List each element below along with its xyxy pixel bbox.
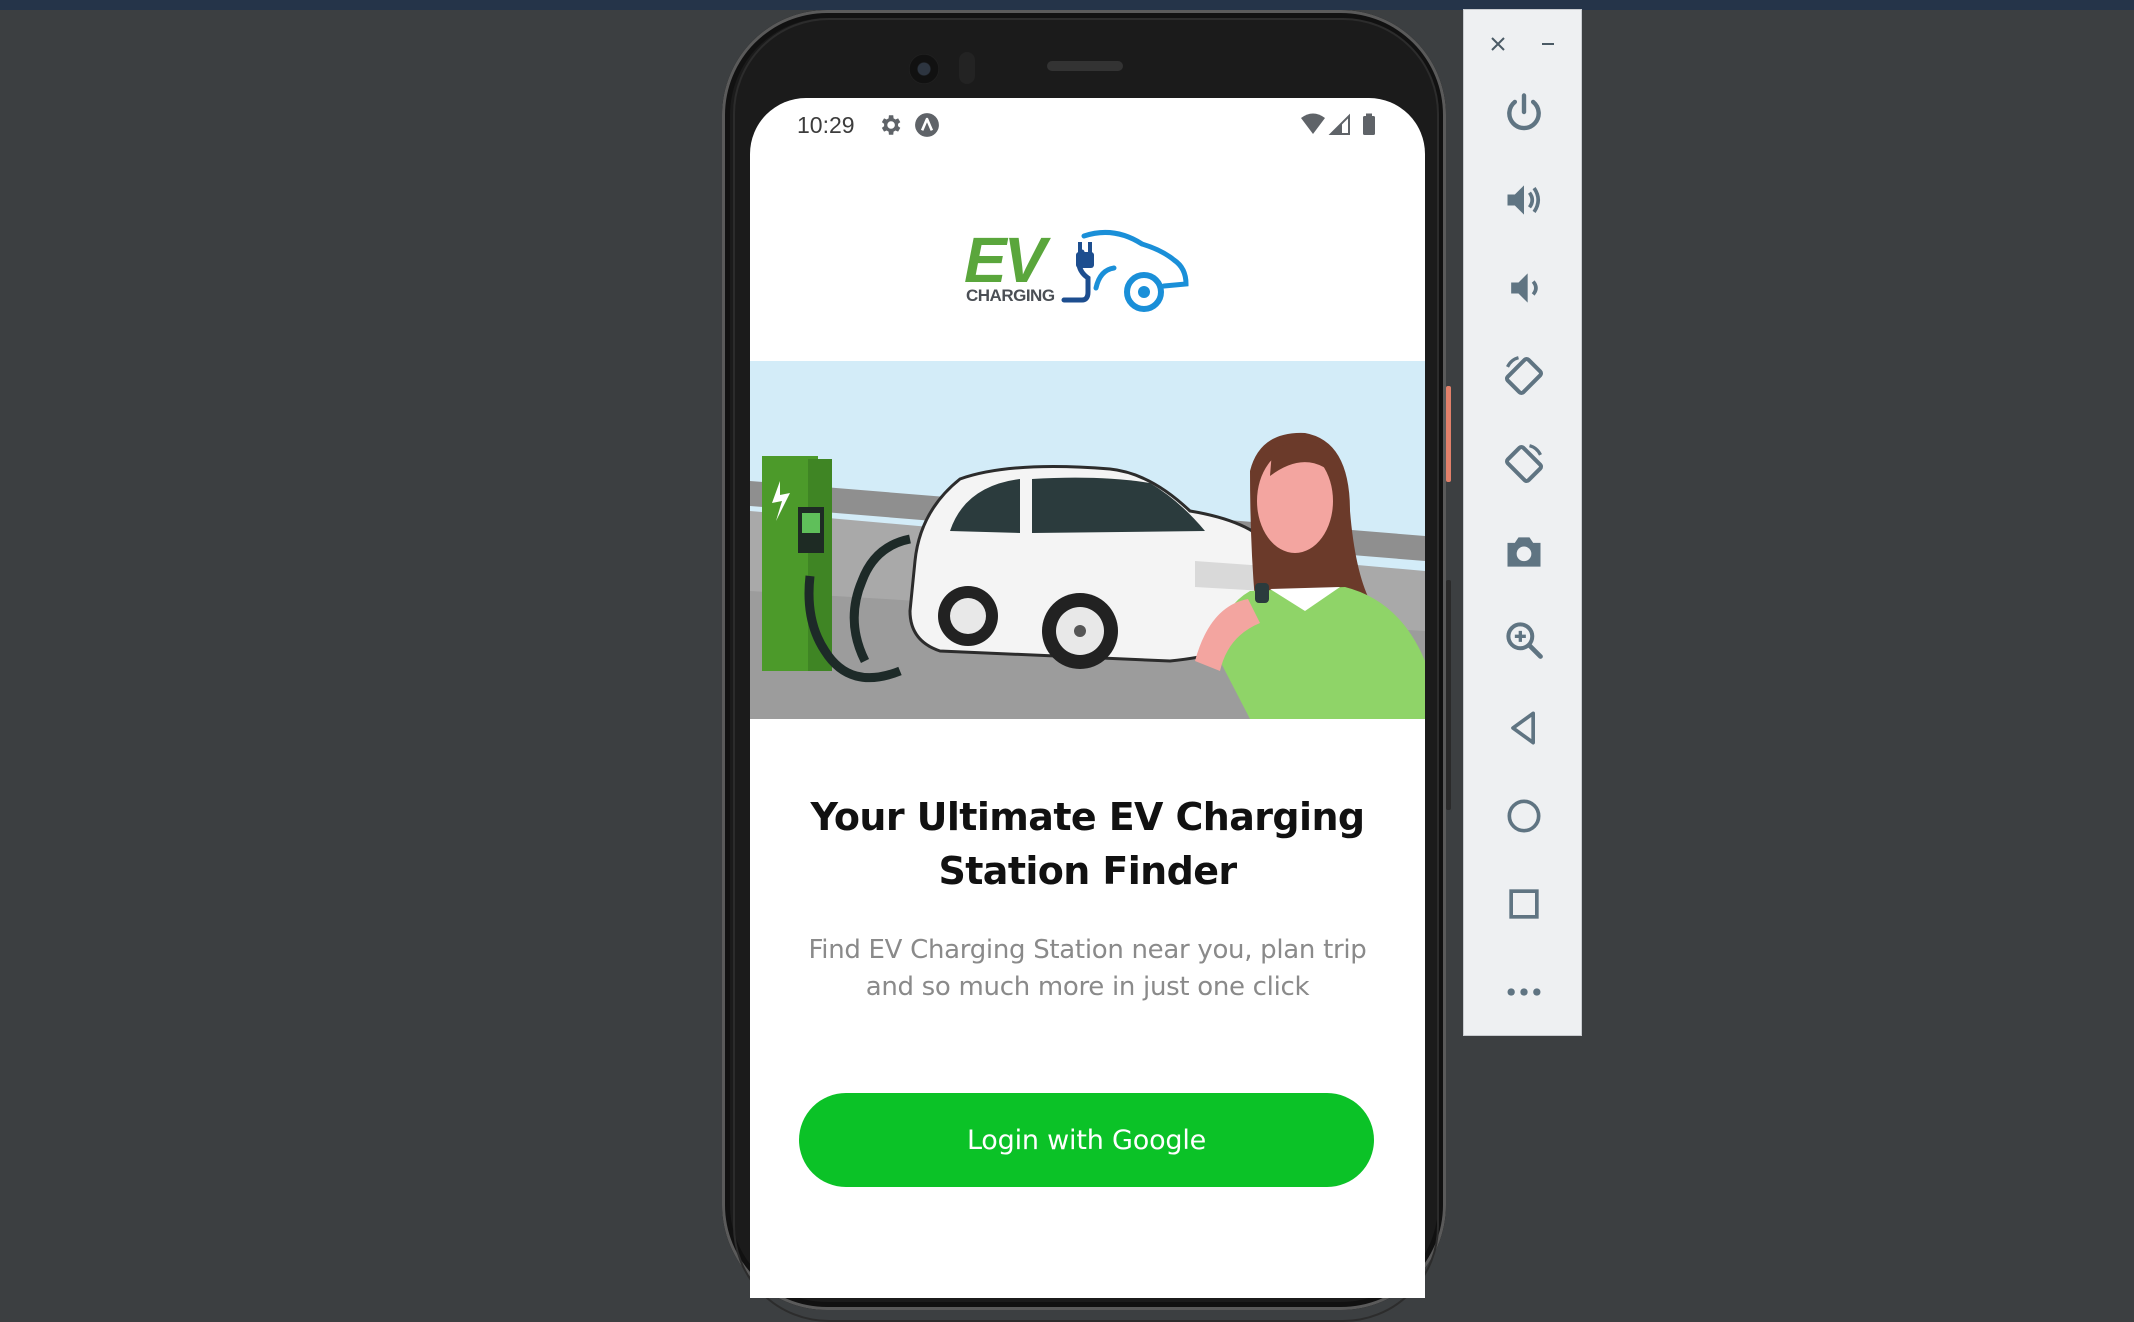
power-icon — [1506, 93, 1541, 131]
proximity-sensor — [959, 52, 975, 84]
rotate-left-icon — [1504, 356, 1543, 396]
rotate-right-icon — [1504, 444, 1543, 484]
home-icon — [1507, 799, 1540, 833]
status-right-icons — [1301, 113, 1375, 135]
volume-down-icon — [1510, 273, 1538, 303]
subtitle: Find EV Charging Station near you, plan … — [808, 935, 1367, 1002]
headline: Your Ultimate EV Charging Station Finder — [810, 795, 1365, 893]
power-button[interactable] — [1464, 80, 1583, 144]
power-side-button[interactable] — [1446, 386, 1451, 482]
more-icon — [1507, 988, 1540, 996]
login-with-google-button[interactable]: Login with Google — [799, 1093, 1374, 1187]
back-button[interactable] — [1464, 696, 1583, 760]
ev-charging-logo: EV CHARGING — [964, 228, 1224, 328]
close-icon[interactable] — [1478, 24, 1518, 64]
android-a-icon — [915, 113, 939, 137]
rotate-left-button[interactable] — [1464, 344, 1583, 408]
front-camera — [909, 54, 939, 84]
volume-up-button[interactable] — [1464, 168, 1583, 232]
status-time: 10:29 — [797, 112, 855, 138]
home-button[interactable] — [1464, 784, 1583, 848]
window-top-strip — [0, 0, 2134, 10]
screenshot-button[interactable] — [1464, 520, 1583, 584]
plug-car-icon — [1061, 229, 1189, 312]
battery-icon — [1363, 113, 1375, 135]
emulator-toolbar — [1463, 9, 1582, 1036]
volume-down-button[interactable] — [1464, 256, 1583, 320]
back-icon — [1510, 711, 1535, 745]
volume-side-button[interactable] — [1446, 580, 1451, 810]
wifi-icon — [1301, 113, 1325, 134]
minimize-icon[interactable] — [1528, 24, 1568, 64]
gear-icon — [881, 115, 901, 135]
signal-icon — [1328, 113, 1350, 135]
more-button[interactable] — [1464, 960, 1583, 1024]
ev-charging-illustration — [750, 361, 1425, 719]
overview-icon — [1508, 889, 1539, 919]
phone-screen: 10:29 EV CHARGING Your Ultimate EV Charg… — [750, 98, 1425, 1298]
earpiece-speaker — [1047, 61, 1123, 71]
zoom-button[interactable] — [1464, 608, 1583, 672]
zoom-icon — [1505, 622, 1543, 659]
overview-button[interactable] — [1464, 872, 1583, 936]
rotate-right-button[interactable] — [1464, 432, 1583, 496]
volume-up-icon — [1507, 185, 1540, 215]
camera-icon — [1507, 537, 1540, 567]
